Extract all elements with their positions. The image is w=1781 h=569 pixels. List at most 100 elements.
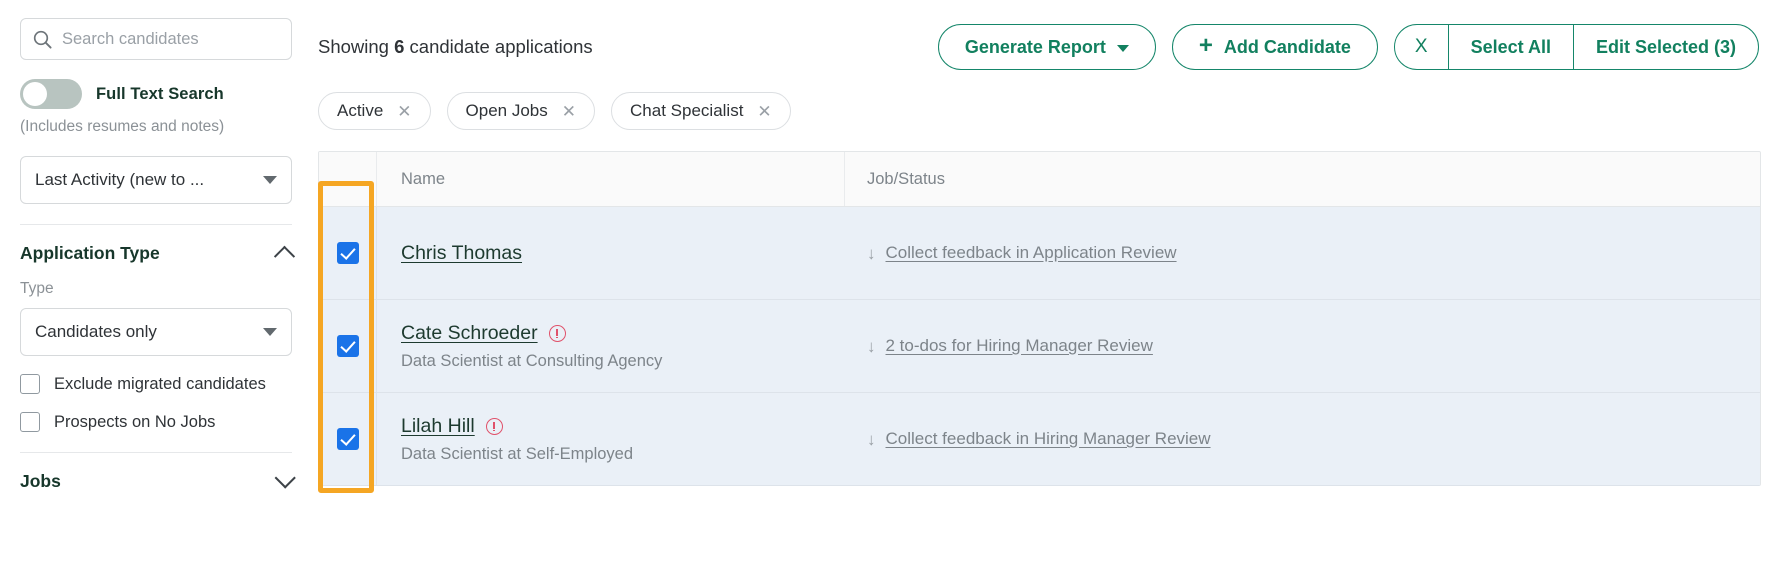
plus-icon: + xyxy=(1198,32,1213,59)
job-status-text: Collect feedback in Hiring Manager Revie… xyxy=(885,429,1211,448)
filter-chip-label: Open Jobs xyxy=(465,101,548,120)
job-status-link[interactable]: ↓ 2 to-dos for Hiring Manager Review xyxy=(867,336,1153,356)
application-type-section-header[interactable]: Application Type xyxy=(20,243,296,267)
jobs-title: Jobs xyxy=(20,471,61,491)
prospects-no-jobs-label: Prospects on No Jobs xyxy=(54,412,216,431)
filters-sidebar: Full Text Search (Includes resumes and n… xyxy=(0,0,312,569)
job-status-text: 2 to-dos for Hiring Manager Review xyxy=(885,336,1153,355)
full-text-search-toggle[interactable] xyxy=(20,79,82,109)
prospects-no-jobs-checkbox[interactable] xyxy=(20,412,40,432)
type-field-label: Type xyxy=(20,280,54,297)
exclude-migrated-label: Exclude migrated candidates xyxy=(54,374,266,393)
close-icon[interactable]: ✕ xyxy=(562,103,576,120)
close-icon[interactable]: ✕ xyxy=(397,103,411,120)
row-job-status-cell: ↓ 2 to-dos for Hiring Manager Review xyxy=(845,300,1760,392)
candidates-table: Name Job/Status Chris Thomas ↓ Collect f… xyxy=(318,151,1761,486)
full-text-search-label: Full Text Search xyxy=(96,84,224,103)
row-name-cell: Lilah Hill Data Scientist at Self-Employ… xyxy=(377,393,845,485)
row-checkbox-cell[interactable] xyxy=(319,207,377,299)
chevron-down-icon[interactable] xyxy=(274,467,296,489)
generate-report-label: Generate Report xyxy=(964,36,1106,57)
column-header-job-status: Job/Status xyxy=(867,169,945,188)
name-line: Chris Thomas xyxy=(401,242,845,265)
candidate-list-page: Full Text Search (Includes resumes and n… xyxy=(0,0,1781,569)
chevron-down-icon xyxy=(263,328,277,336)
clear-selection-label: X xyxy=(1414,36,1428,57)
type-select[interactable]: Candidates only xyxy=(20,308,292,356)
down-arrow-icon: ↓ xyxy=(867,429,876,449)
chevron-down-icon xyxy=(1116,44,1129,52)
edit-selected-label: Edit Selected (3) xyxy=(1595,36,1736,57)
edit-selected-button[interactable]: Edit Selected (3) xyxy=(1572,25,1758,69)
filter-chip-label: Active xyxy=(337,101,384,120)
application-type-title: Application Type xyxy=(20,243,160,263)
down-arrow-icon: ↓ xyxy=(867,243,876,263)
down-arrow-icon: ↓ xyxy=(867,336,876,356)
row-checkbox-cell[interactable] xyxy=(319,393,377,485)
showing-count: 6 xyxy=(394,36,405,57)
exclude-migrated-row[interactable]: Exclude migrated candidates xyxy=(20,374,292,394)
sidebar-divider-1 xyxy=(20,224,292,225)
prospects-no-jobs-row[interactable]: Prospects on No Jobs xyxy=(20,412,292,432)
table-row[interactable]: Cate Schroeder Data Scientist at Consult… xyxy=(319,300,1760,393)
filter-chip-label: Chat Specialist xyxy=(630,101,744,120)
search-candidates-box[interactable] xyxy=(20,18,292,60)
warning-icon xyxy=(548,324,566,342)
row-job-status-cell: ↓ Collect feedback in Application Review xyxy=(845,207,1760,299)
row-checkbox[interactable] xyxy=(336,428,359,450)
candidate-subtitle: Data Scientist at Consulting Agency xyxy=(401,351,663,370)
sort-select-value: Last Activity (new to ... xyxy=(35,170,205,189)
main-content: Showing 6 candidate applications Generat… xyxy=(312,0,1781,569)
select-all-button[interactable]: Select All xyxy=(1447,25,1573,69)
job-status-link[interactable]: ↓ Collect feedback in Application Review xyxy=(867,243,1177,263)
close-icon[interactable]: ✕ xyxy=(757,103,771,120)
warning-icon xyxy=(485,417,503,435)
candidate-name-link[interactable]: Lilah Hill xyxy=(401,415,475,438)
full-text-search-sublabel: (Includes resumes and notes) xyxy=(20,118,225,135)
row-checkbox-cell[interactable] xyxy=(319,300,377,392)
row-checkbox[interactable] xyxy=(336,242,359,264)
showing-count-text: Showing 6 candidate applications xyxy=(318,36,593,58)
table-row[interactable]: Lilah Hill Data Scientist at Self-Employ… xyxy=(319,393,1760,486)
chevron-up-icon[interactable] xyxy=(273,245,296,267)
name-line: Lilah Hill xyxy=(401,415,845,438)
table-header-row: Name Job/Status xyxy=(319,152,1760,207)
toolbar-actions: Generate Report + Add Candidate X Select… xyxy=(937,24,1759,70)
search-icon xyxy=(33,30,52,49)
filter-chip-open-jobs[interactable]: Open Jobs ✕ xyxy=(446,92,596,130)
full-text-search-row[interactable]: Full Text Search xyxy=(20,79,292,109)
exclude-migrated-checkbox[interactable] xyxy=(20,374,40,394)
table-row[interactable]: Chris Thomas ↓ Collect feedback in Appli… xyxy=(319,207,1760,300)
job-status-link[interactable]: ↓ Collect feedback in Hiring Manager Rev… xyxy=(867,429,1211,449)
chevron-down-icon xyxy=(263,176,277,184)
filter-chip-active[interactable]: Active ✕ xyxy=(318,92,431,130)
search-input[interactable] xyxy=(62,29,279,49)
add-candidate-label: Add Candidate xyxy=(1223,36,1351,57)
filter-chip-chat-specialist[interactable]: Chat Specialist ✕ xyxy=(611,92,791,130)
name-line: Cate Schroeder xyxy=(401,322,845,345)
active-filter-chips: Active ✕ Open Jobs ✕ Chat Specialist ✕ xyxy=(312,70,1781,130)
sidebar-divider-2 xyxy=(20,452,292,453)
sort-select[interactable]: Last Activity (new to ... xyxy=(20,156,292,204)
candidate-name-link[interactable]: Cate Schroeder xyxy=(401,322,538,345)
generate-report-button[interactable]: Generate Report xyxy=(937,24,1156,70)
toggle-knob xyxy=(23,82,47,106)
job-status-text: Collect feedback in Application Review xyxy=(885,243,1177,262)
candidate-name-link[interactable]: Chris Thomas xyxy=(401,242,522,265)
select-all-label: Select All xyxy=(1470,36,1551,57)
column-header-name: Name xyxy=(377,152,845,206)
column-header-checkbox xyxy=(319,152,377,206)
row-job-status-cell: ↓ Collect feedback in Hiring Manager Rev… xyxy=(845,393,1760,485)
row-name-cell: Cate Schroeder Data Scientist at Consult… xyxy=(377,300,845,392)
showing-suffix: candidate applications xyxy=(404,36,593,57)
type-select-value: Candidates only xyxy=(35,322,157,341)
toolbar: Showing 6 candidate applications Generat… xyxy=(312,0,1781,70)
candidate-subtitle: Data Scientist at Self-Employed xyxy=(401,444,634,463)
selection-action-group: X Select All Edit Selected (3) xyxy=(1393,24,1759,70)
row-checkbox[interactable] xyxy=(336,335,359,357)
jobs-section-header[interactable]: Jobs xyxy=(20,467,296,492)
showing-prefix: Showing xyxy=(318,36,395,57)
clear-selection-button[interactable]: X xyxy=(1395,25,1448,69)
add-candidate-button[interactable]: + Add Candidate xyxy=(1171,24,1378,70)
row-name-cell: Chris Thomas xyxy=(377,207,845,299)
